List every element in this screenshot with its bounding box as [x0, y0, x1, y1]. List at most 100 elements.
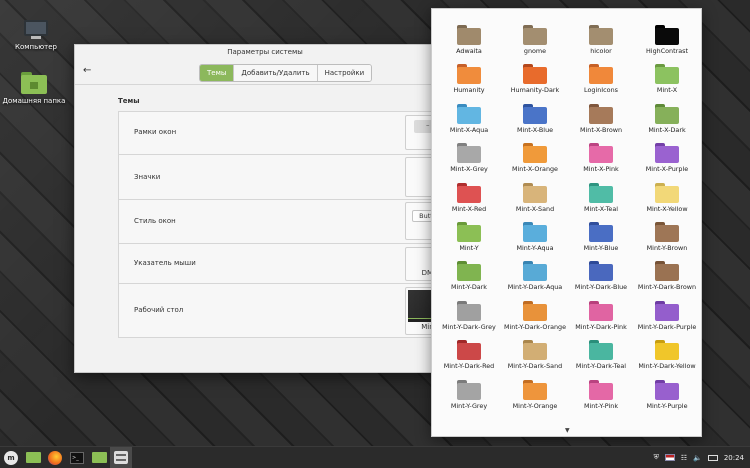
row-mouse-pointer: Указатель мыши ↖ DMZ-White — [119, 243, 477, 283]
folder-icon — [523, 143, 547, 164]
icon-theme-option[interactable]: Mint-X-Sand — [502, 179, 568, 218]
icon-theme-option[interactable]: Mint-Y-Dark-Orange — [502, 297, 568, 336]
icon-theme-option[interactable]: Mint-X — [634, 60, 700, 99]
shield-icon[interactable]: ⛨ — [654, 453, 659, 462]
icon-theme-option[interactable]: Adwaita — [436, 21, 502, 60]
icon-theme-option[interactable]: Mint-X-Purple — [634, 139, 700, 178]
folder-icon — [655, 103, 679, 124]
icon-theme-option[interactable]: Mint-Y-Dark-Sand — [502, 336, 568, 375]
icon-theme-name: Adwaita — [456, 47, 482, 55]
icon-theme-option[interactable]: gnome — [502, 21, 568, 60]
icon-theme-name: Mint-Y-Dark — [450, 283, 487, 292]
icon-theme-name: Mint-Y-Dark-Teal — [575, 362, 627, 371]
folder-icon — [589, 143, 613, 164]
taskbar-terminal[interactable]: >_ — [66, 447, 88, 468]
icon-theme-option[interactable]: Mint-Y-Dark-Aqua — [502, 257, 568, 296]
taskbar-firefox[interactable] — [44, 447, 66, 468]
folder-icon — [523, 261, 547, 282]
icon-theme-name: Mint-X-Teal — [583, 204, 619, 213]
icon-theme-option[interactable]: Mint-Y-Dark — [436, 257, 502, 296]
icon-theme-option[interactable]: Mint-Y-Dark-Brown — [634, 257, 700, 296]
network-icon[interactable]: ☷ — [681, 454, 687, 462]
icon-theme-name: Mint-Y-Dark-Red — [443, 362, 495, 371]
icon-theme-option[interactable]: Mint-Y-Dark-Teal — [568, 336, 634, 375]
icon-theme-option[interactable]: Mint-Y-Dark-Blue — [568, 257, 634, 296]
icon-theme-option[interactable]: Mint-X-Orange — [502, 139, 568, 178]
icon-theme-name: Mint-Y-Dark-Yellow — [638, 362, 696, 371]
icon-theme-option[interactable]: Mint-X-Aqua — [436, 100, 502, 139]
icon-theme-option[interactable]: Mint-X-Blue — [502, 100, 568, 139]
desktop-icon-home[interactable]: Домашняя папка — [0, 72, 69, 105]
icon-theme-option[interactable]: Mint-X-Yellow — [634, 179, 700, 218]
icon-theme-name: Mint-X-Red — [451, 204, 487, 213]
icon-theme-name: LoginIcons — [584, 86, 618, 95]
folder-icon — [655, 143, 679, 164]
folder-icon — [523, 221, 547, 242]
icon-theme-option[interactable]: Mint-Y-Dark-Purple — [634, 297, 700, 336]
taskbar-files[interactable] — [88, 447, 110, 468]
icon-theme-option[interactable]: Mint-Y-Grey — [436, 376, 502, 415]
icon-theme-option[interactable]: Mint-X-Grey — [436, 139, 502, 178]
scroll-down-icon[interactable]: ▼ — [565, 427, 570, 434]
icon-theme-option[interactable]: Mint-Y-Blue — [568, 218, 634, 257]
tab-add-remove[interactable]: Добавить/Удалить — [233, 65, 317, 81]
mint-logo-icon: m — [4, 450, 18, 465]
icon-theme-option[interactable]: hicolor — [568, 21, 634, 60]
icon-theme-name: Humanity-Dark — [510, 86, 560, 95]
icon-theme-name: Mint-X-Yellow — [646, 204, 688, 213]
desktop-icon-label: Домашняя папка — [2, 97, 66, 105]
flag-icon[interactable] — [664, 454, 675, 461]
icon-theme-option[interactable]: Mint-Y — [436, 218, 502, 257]
icon-theme-option[interactable]: Humanity-Dark — [502, 60, 568, 99]
icon-theme-option[interactable]: Mint-Y-Orange — [502, 376, 568, 415]
icon-theme-name: Mint-Y-Dark-Grey — [442, 322, 496, 331]
icon-theme-option[interactable]: Mint-Y-Aqua — [502, 218, 568, 257]
taskbar-system-settings[interactable] — [110, 446, 132, 468]
icon-theme-option[interactable]: Mint-X-Dark — [634, 100, 700, 139]
row-icons: Значки Mint-Y — [119, 154, 477, 199]
icon-theme-name: Mint-Y-Aqua — [516, 243, 554, 252]
folder-icon — [589, 300, 613, 321]
icon-theme-option[interactable]: Mint-Y-Dark-Yellow — [634, 336, 700, 375]
folder-icon — [523, 379, 547, 400]
icon-theme-option[interactable]: Mint-Y-Dark-Red — [436, 336, 502, 375]
icon-theme-grid: Adwaita gnome hicolor HighContrast Humanity H… — [436, 21, 700, 415]
icon-theme-name: Mint-Y-Dark-Purple — [637, 322, 697, 331]
settings-icon — [114, 451, 128, 464]
taskbar-show-desktop[interactable] — [22, 447, 44, 468]
clock[interactable]: 20:24 — [724, 454, 744, 462]
minimize-icon: – — [426, 121, 430, 129]
icon-theme-name: Mint-Y-Grey — [450, 401, 488, 410]
icon-theme-name: Mint-X-Blue — [516, 125, 554, 134]
icon-theme-option[interactable]: Humanity — [436, 60, 502, 99]
icon-theme-option[interactable]: Mint-X-Red — [436, 179, 502, 218]
icon-theme-name: Mint-X-Dark — [648, 125, 686, 134]
back-arrow-icon[interactable]: ← — [83, 65, 91, 76]
icon-theme-option[interactable]: HighContrast — [634, 21, 700, 60]
icon-theme-option[interactable]: Mint-X-Teal — [568, 179, 634, 218]
icon-theme-option[interactable]: Mint-Y-Dark-Grey — [436, 297, 502, 336]
icon-theme-option[interactable]: Mint-Y-Pink — [568, 376, 634, 415]
icon-theme-option[interactable]: Mint-Y-Purple — [634, 376, 700, 415]
icon-theme-name: Mint-Y-Dark-Brown — [637, 283, 697, 292]
folder-icon — [523, 340, 547, 361]
folder-icon — [523, 300, 547, 321]
computer-icon — [24, 20, 48, 40]
folder-icon — [457, 379, 481, 400]
icon-theme-option[interactable]: Mint-Y-Dark-Pink — [568, 297, 634, 336]
window-titlebar[interactable]: Параметры системы — [75, 45, 455, 59]
icon-theme-name: Mint-Y-Pink — [583, 401, 619, 410]
desktop-icon-computer[interactable]: Компьютер — [1, 20, 71, 51]
icon-theme-option[interactable]: Mint-X-Pink — [568, 139, 634, 178]
tab-settings[interactable]: Настройки — [316, 65, 372, 81]
battery-icon[interactable] — [707, 454, 718, 461]
icon-theme-option[interactable]: Mint-X-Brown — [568, 100, 634, 139]
icon-theme-name: Mint-X-Sand — [515, 204, 555, 213]
icon-theme-option[interactable]: LoginIcons — [568, 60, 634, 99]
folder-icon — [589, 340, 613, 361]
menu-button[interactable]: m — [0, 447, 22, 468]
system-tray: ⛨ ☷ 🔈 20:24 — [654, 453, 750, 462]
volume-icon[interactable]: 🔈 — [693, 454, 702, 462]
icon-theme-option[interactable]: Mint-Y-Brown — [634, 218, 700, 257]
tab-themes[interactable]: Темы — [200, 65, 234, 81]
